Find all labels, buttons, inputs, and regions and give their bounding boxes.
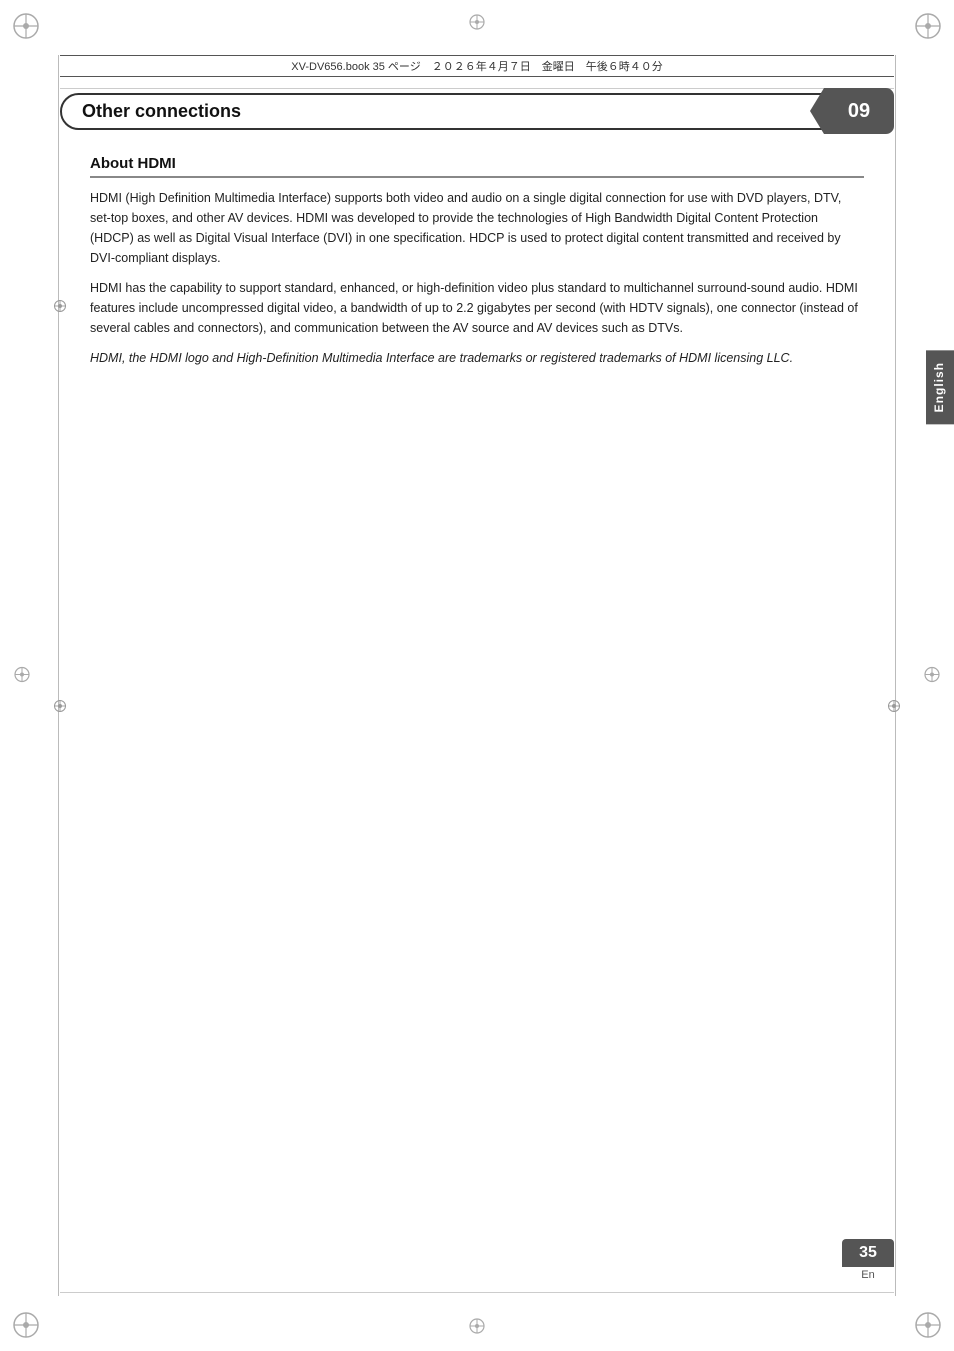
reg-mark-tl — [8, 8, 44, 44]
page-number-badge: 35 — [842, 1239, 894, 1267]
section-title: About HDMI — [90, 155, 864, 178]
page-number-area: 35 En — [842, 1239, 894, 1281]
side-tab-label: English — [932, 362, 946, 412]
paragraph-3-trademark: HDMI, the HDMI logo and High-Definition … — [90, 348, 864, 368]
vertical-line-right — [895, 55, 896, 1296]
crosshair-right-inner-mid — [886, 698, 902, 717]
paragraph-1: HDMI (High Definition Multimedia Interfa… — [90, 188, 864, 268]
reg-mark-tr — [910, 8, 946, 44]
chapter-title-box: Other connections — [60, 93, 824, 130]
page-wrapper: XV-DV656.book 35 ページ ２０２６年４月７日 金曜日 午後６時４… — [0, 0, 954, 1351]
main-content: About HDMI HDMI (High Definition Multime… — [90, 155, 864, 1251]
reg-mark-br — [910, 1307, 946, 1343]
section-body: HDMI (High Definition Multimedia Interfa… — [90, 188, 864, 368]
chapter-header: Other connections 09 — [60, 88, 894, 134]
side-tab-english: English — [926, 350, 954, 424]
page-number: 35 — [859, 1244, 877, 1262]
crosshair-left-inner-top — [52, 298, 68, 317]
page-en-label: En — [861, 1269, 874, 1281]
crosshair-left-inner-mid — [52, 698, 68, 717]
crosshair-left-mid — [12, 664, 32, 687]
crosshair-right-mid — [922, 664, 942, 687]
paragraph-2: HDMI has the capability to support stand… — [90, 278, 864, 338]
reg-mark-bl — [8, 1307, 44, 1343]
header-bar: XV-DV656.book 35 ページ ２０２６年４月７日 金曜日 午後６時４… — [60, 55, 894, 77]
chapter-number: 09 — [848, 100, 870, 123]
crosshair-bottom-center — [467, 1316, 487, 1339]
chapter-title: Other connections — [82, 101, 241, 122]
chapter-number-box: 09 — [824, 88, 894, 134]
horizontal-line-bottom — [60, 1292, 894, 1293]
about-hdmi-section: About HDMI HDMI (High Definition Multime… — [90, 155, 864, 368]
crosshair-top-center — [467, 12, 487, 35]
book-info-text: XV-DV656.book 35 ページ ２０２６年４月７日 金曜日 午後６時４… — [291, 58, 662, 74]
vertical-line-left — [58, 55, 59, 1296]
